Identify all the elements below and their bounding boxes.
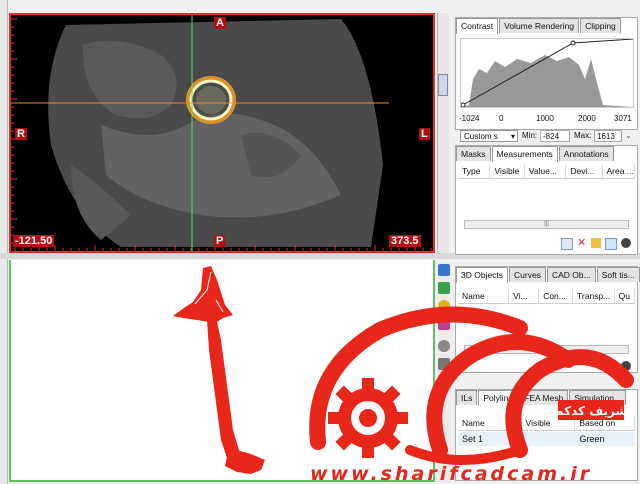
axis-tick: 3071 — [614, 114, 632, 123]
orientation-bottom: P — [214, 235, 226, 247]
column-header[interactable]: Type — [458, 164, 491, 178]
gear-icon — [328, 378, 408, 458]
left-window-edge — [0, 0, 8, 484]
view-scrollbar[interactable] — [437, 13, 449, 253]
axis-tick: -1024 — [459, 114, 480, 123]
min-label: Min: — [522, 131, 538, 140]
delete-icon[interactable]: ✕ — [577, 238, 587, 249]
tab-soft-tissue[interactable]: Soft tis... — [596, 267, 640, 282]
measurements-actions: ✕ — [561, 238, 631, 250]
axis-tick: 1000 — [536, 114, 554, 123]
view-scrollbar-thumb[interactable] — [438, 74, 448, 96]
measurements-tabs: Masks Measurements Annotations — [456, 146, 615, 162]
sharifcadcam-watermark: شریف کدکم www.sharifcadcam.ir — [309, 306, 634, 484]
orientation-left: R — [15, 128, 27, 140]
watermark-url: www.sharifcadcam.ir — [310, 463, 592, 484]
tab-volume-rendering[interactable]: Volume Rendering — [499, 18, 580, 33]
axis-tick: 0 — [499, 114, 504, 123]
tab-3d-objects[interactable]: 3D Objects — [456, 267, 509, 283]
folder-icon[interactable] — [591, 238, 601, 248]
ct-slice-image — [11, 15, 389, 251]
orientation-right: L — [419, 128, 430, 140]
tab-contrast[interactable]: Contrast — [456, 18, 499, 34]
menu-icon[interactable] — [621, 238, 631, 248]
view-side-icon[interactable] — [438, 282, 450, 294]
column-header[interactable]: Visible — [490, 164, 525, 178]
measurements-panel: Masks Measurements Annotations Type Visi… — [455, 145, 638, 255]
min-field[interactable]: -824 — [540, 130, 570, 142]
view-front-icon[interactable] — [438, 264, 450, 276]
tab-annotations[interactable]: Annotations — [558, 146, 614, 161]
tab-clipping[interactable]: Clipping — [580, 18, 621, 33]
measurements-header: Type Visible Value... Devi... Area ... — [458, 164, 635, 179]
column-header[interactable]: Value... — [525, 164, 567, 178]
max-label: Max: — [574, 131, 592, 140]
histogram[interactable] — [460, 38, 634, 108]
coord-left: -121.50 — [13, 235, 55, 247]
copy-icon[interactable] — [605, 238, 617, 250]
tab-curves[interactable]: Curves — [509, 267, 546, 282]
objects-tabs: 3D Objects Curves CAD Ob... Soft tis... — [456, 267, 640, 283]
orientation-top: A — [214, 17, 226, 29]
measurements-hscroll[interactable]: ||| — [464, 220, 629, 229]
column-header[interactable]: Devi... — [566, 164, 603, 178]
ct-axial-view[interactable]: A P R L -121.50 373.5 — [9, 13, 435, 253]
tab-masks[interactable]: Masks — [456, 146, 491, 161]
contrast-panel: Contrast Volume Rendering Clipping -1024… — [455, 17, 638, 142]
axis-tick: 2000 — [578, 114, 596, 123]
max-field[interactable]: 1613 — [594, 130, 622, 142]
coord-right: 373.5 — [389, 235, 421, 247]
brand-fa-text: شریف کدکم — [555, 404, 628, 418]
tab-measurements[interactable]: Measurements — [491, 146, 558, 162]
tab-cad-objects[interactable]: CAD Ob... — [546, 267, 596, 282]
preset-select[interactable]: Custom s ▾ — [460, 130, 518, 142]
contrast-tabs: Contrast Volume Rendering Clipping — [456, 18, 622, 34]
new-icon[interactable] — [561, 238, 573, 250]
dropdown-arrow-icon: ▾ — [510, 132, 515, 141]
chevron-down-icon[interactable]: ⌄ — [625, 130, 632, 142]
column-header[interactable]: Area ... — [603, 164, 635, 178]
